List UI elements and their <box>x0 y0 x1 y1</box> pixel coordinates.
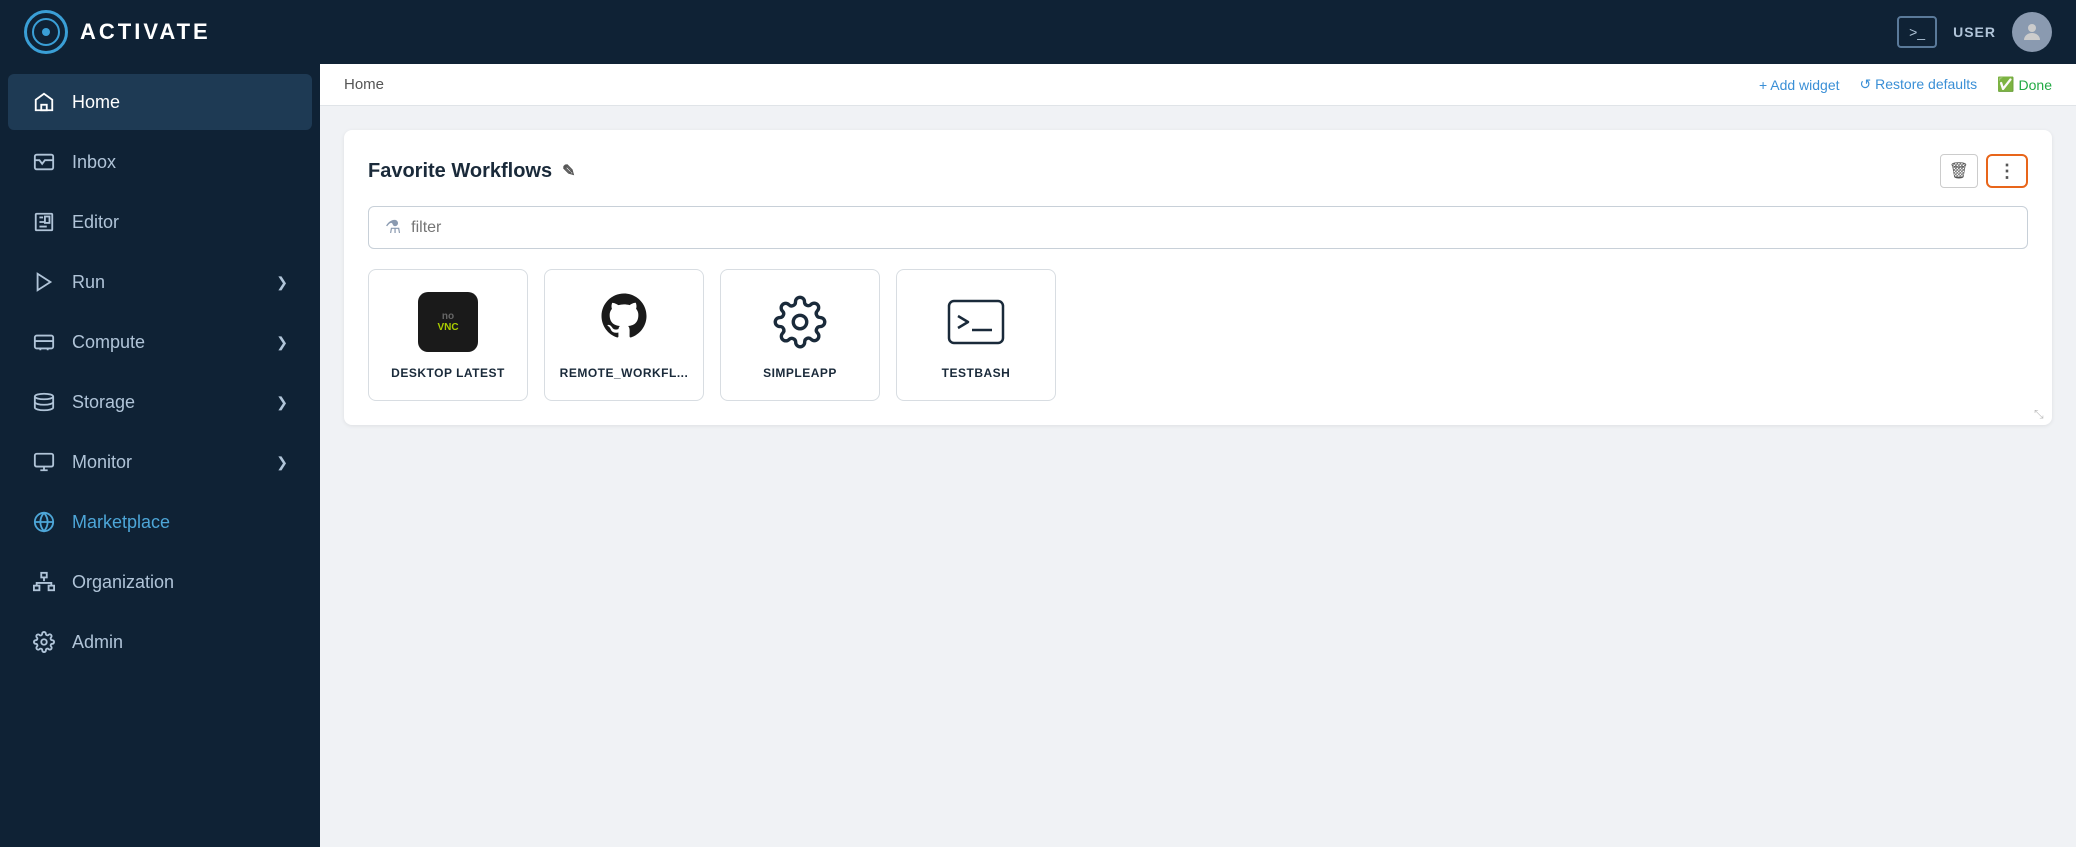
run-expand-icon: ❯ <box>276 274 288 291</box>
restore-defaults-button[interactable]: ↺ Restore defaults <box>1860 76 1978 93</box>
workflow-remote-workfl-label: REMOTE_WORKFL... <box>560 366 689 380</box>
avatar[interactable] <box>2012 12 2052 52</box>
widget-delete-button[interactable]: 🗑 <box>1940 154 1978 188</box>
sidebar-item-inbox-label: Inbox <box>72 152 116 173</box>
run-icon <box>32 270 56 294</box>
breadcrumb: Home <box>344 76 384 93</box>
sidebar-item-run-label: Run <box>72 272 105 293</box>
avatar-icon <box>2020 20 2044 44</box>
sidebar-item-storage[interactable]: Storage ❯ <box>8 374 312 430</box>
sidebar-item-run[interactable]: Run ❯ <box>8 254 312 310</box>
top-navbar: ACTIVATE >_ USER <box>0 0 2076 64</box>
compute-expand-icon: ❯ <box>276 334 288 351</box>
sidebar-item-marketplace-label: Marketplace <box>72 512 170 533</box>
admin-icon <box>32 630 56 654</box>
sidebar-item-admin-label: Admin <box>72 632 123 653</box>
widget-edit-icon[interactable]: ✎ <box>562 161 575 181</box>
widget-more-button[interactable]: ⋮ <box>1986 154 2028 188</box>
widget-title: Favorite Workflows ✎ <box>368 160 576 183</box>
content-header: Home + Add widget ↺ Restore defaults ✅ D… <box>320 64 2076 106</box>
sidebar-item-editor-label: Editor <box>72 212 119 233</box>
filter-input-wrap: ⚗ <box>368 206 2028 249</box>
sidebar-item-compute[interactable]: Compute ❯ <box>8 314 312 370</box>
monitor-icon <box>32 450 56 474</box>
filter-icon: ⚗ <box>385 217 401 238</box>
remote-workfl-icon <box>592 290 656 354</box>
sidebar-item-compute-label: Compute <box>72 332 145 353</box>
sidebar-item-monitor-label: Monitor <box>72 452 132 473</box>
github-icon <box>597 289 651 356</box>
gear-icon <box>773 295 827 349</box>
app-title: ACTIVATE <box>80 19 211 45</box>
favorite-workflows-widget: Favorite Workflows ✎ 🗑 ⋮ ⚗ <box>344 130 2052 425</box>
desktop-latest-icon: no VNC <box>416 290 480 354</box>
inbox-icon <box>32 150 56 174</box>
logo-icon <box>24 10 68 54</box>
compute-icon <box>32 330 56 354</box>
resize-handle[interactable]: ⤡ <box>2034 407 2048 421</box>
done-label: Done <box>2019 77 2052 93</box>
sidebar-item-marketplace[interactable]: Marketplace <box>8 494 312 550</box>
workflow-card-desktop-latest[interactable]: no VNC DESKTOP LATEST <box>368 269 528 401</box>
sidebar-item-storage-label: Storage <box>72 392 135 413</box>
widget-area: Favorite Workflows ✎ 🗑 ⋮ ⚗ <box>320 106 2076 847</box>
workflow-desktop-latest-label: DESKTOP LATEST <box>391 366 505 380</box>
terminal-box-icon <box>946 298 1006 346</box>
workflow-card-testbash[interactable]: TESTBASH <box>896 269 1056 401</box>
testbash-icon <box>944 290 1008 354</box>
sidebar-item-organization[interactable]: Organization <box>8 554 312 610</box>
simpleapp-icon <box>768 290 832 354</box>
novnc-icon: no VNC <box>418 292 478 352</box>
monitor-expand-icon: ❯ <box>276 454 288 471</box>
add-widget-button[interactable]: + Add widget <box>1759 77 1840 93</box>
workflow-card-remote-workfl[interactable]: REMOTE_WORKFL... <box>544 269 704 401</box>
nav-right: >_ USER <box>1897 12 2052 52</box>
widget-title-text: Favorite Workflows <box>368 160 552 183</box>
filter-input[interactable] <box>411 219 2011 237</box>
done-button[interactable]: ✅ Done <box>1997 76 2052 93</box>
done-check-icon: ✅ <box>1997 76 2014 93</box>
sidebar: Home Inbox Editor <box>0 64 320 847</box>
workflow-card-simpleapp[interactable]: SIMPLEAPP <box>720 269 880 401</box>
main-layout: Home Inbox Editor <box>0 64 2076 847</box>
sidebar-item-home[interactable]: Home <box>8 74 312 130</box>
sidebar-item-inbox[interactable]: Inbox <box>8 134 312 190</box>
terminal-button[interactable]: >_ <box>1897 16 1937 48</box>
editor-icon <box>32 210 56 234</box>
sidebar-item-monitor[interactable]: Monitor ❯ <box>8 434 312 490</box>
workflow-testbash-label: TESTBASH <box>942 366 1011 380</box>
workflow-grid: no VNC DESKTOP LATEST <box>368 269 2028 401</box>
organization-icon <box>32 570 56 594</box>
content-area: Home + Add widget ↺ Restore defaults ✅ D… <box>320 64 2076 847</box>
storage-icon <box>32 390 56 414</box>
widget-actions: 🗑 ⋮ <box>1940 154 2028 188</box>
sidebar-item-home-label: Home <box>72 92 120 113</box>
workflow-simpleapp-label: SIMPLEAPP <box>763 366 837 380</box>
home-icon <box>32 90 56 114</box>
storage-expand-icon: ❯ <box>276 394 288 411</box>
filter-row: ⚗ <box>368 206 2028 249</box>
sidebar-item-admin[interactable]: Admin <box>8 614 312 670</box>
sidebar-item-editor[interactable]: Editor <box>8 194 312 250</box>
widget-header: Favorite Workflows ✎ 🗑 ⋮ <box>368 154 2028 188</box>
marketplace-icon <box>32 510 56 534</box>
header-actions: + Add widget ↺ Restore defaults ✅ Done <box>1759 76 2052 93</box>
logo-area: ACTIVATE <box>24 10 211 54</box>
user-label: USER <box>1953 24 1996 40</box>
sidebar-item-organization-label: Organization <box>72 572 174 593</box>
